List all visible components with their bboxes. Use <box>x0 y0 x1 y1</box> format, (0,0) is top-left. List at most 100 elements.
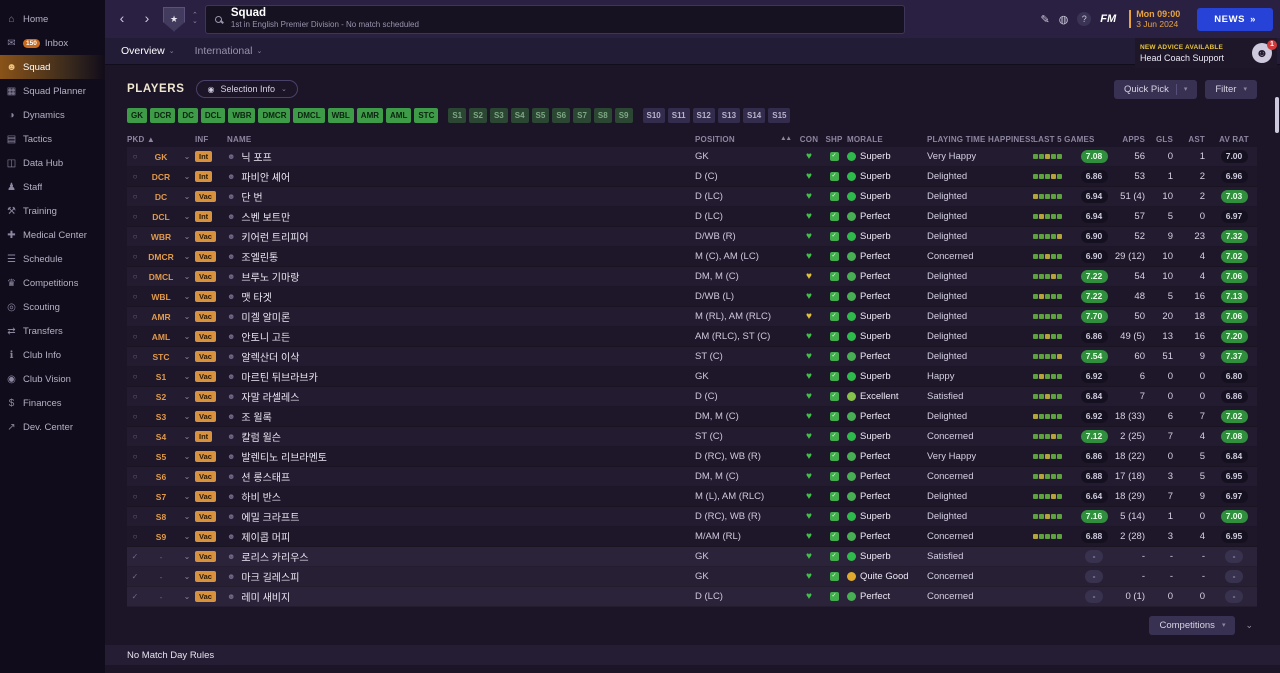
position-dropdown-icon[interactable]: ⌄ <box>179 492 195 501</box>
player-row[interactable]: ○ STC ⌄ Vac ☻ 알렉산더 이삭 ST (C) ♥ ✓ Perfect Delighted… <box>127 347 1257 367</box>
slot-gk[interactable]: GK <box>127 108 147 123</box>
position-dropdown-icon[interactable]: ⌄ <box>179 432 195 441</box>
slot-s8[interactable]: S8 <box>593 108 612 123</box>
player-name[interactable]: ☻ 제이콥 머피 <box>227 529 695 544</box>
sidebar-item-dev-center[interactable]: ↗ Dev. Center <box>0 415 105 439</box>
position-dropdown-icon[interactable]: ⌄ <box>179 352 195 361</box>
column-header-shp[interactable]: SHP <box>821 135 847 144</box>
column-header-inf[interactable]: INF <box>195 135 227 144</box>
slot-stc[interactable]: STC <box>414 108 439 123</box>
slot-s12[interactable]: S12 <box>692 108 715 123</box>
column-header-last-5-games[interactable]: LAST 5 GAMES <box>1033 135 1111 144</box>
position-dropdown-icon[interactable]: ⌄ <box>179 212 195 221</box>
player-name[interactable]: ☻ 에밀 크라프트 <box>227 509 695 524</box>
player-name[interactable]: ☻ 맷 타겟 <box>227 289 695 304</box>
player-name[interactable]: ☻ 안토니 고든 <box>227 329 695 344</box>
position-dropdown-icon[interactable]: ⌄ <box>179 452 195 461</box>
slot-dmcr[interactable]: DMCR <box>258 108 291 123</box>
row-select-circle-icon[interactable]: ○ <box>127 252 143 261</box>
player-name[interactable]: ☻ 미겔 알미론 <box>227 309 695 324</box>
slot-s7[interactable]: S7 <box>573 108 591 123</box>
player-row[interactable]: ○ DMCR ⌄ Vac ☻ 조엘린통 M (C), AM (LC) ♥ ✓ Perfect Con… <box>127 247 1257 267</box>
slot-dc[interactable]: DC <box>178 108 198 123</box>
player-row[interactable]: ○ S5 ⌄ Vac ☻ 발렌티노 리브라멘토 D (RC), WB (R) ♥ ✓ Perfec… <box>127 447 1257 467</box>
sidebar-item-tactics[interactable]: ▤ Tactics <box>0 127 105 151</box>
position-dropdown-icon[interactable]: ⌄ <box>179 552 195 561</box>
position-dropdown-icon[interactable]: ⌄ <box>179 172 195 181</box>
position-dropdown-icon[interactable]: ⌄ <box>179 512 195 521</box>
slot-dmcl[interactable]: DMCL <box>293 108 325 123</box>
player-row[interactable]: ○ WBL ⌄ Vac ☻ 맷 타겟 D/WB (L) ♥ ✓ Perfect Delighted 7… <box>127 287 1257 307</box>
sidebar-item-finances[interactable]: $ Finances <box>0 391 105 415</box>
row-select-circle-icon[interactable]: ○ <box>127 412 143 421</box>
column-header-position[interactable]: POSITION ▲▲ <box>695 135 797 144</box>
club-switcher[interactable]: ⌃ ⌄ <box>192 12 198 25</box>
player-row[interactable]: ○ S8 ⌄ Vac ☻ 에밀 크라프트 D (RC), WB (R) ♥ ✓ Superb Del… <box>127 507 1257 527</box>
column-header-apps[interactable]: APPS <box>1111 135 1151 144</box>
row-select-circle-icon[interactable]: ○ <box>127 172 143 181</box>
position-dropdown-icon[interactable]: ⌄ <box>179 392 195 401</box>
club-crest[interactable]: ★ <box>163 6 185 32</box>
scrollbar-thumb[interactable] <box>1275 97 1279 133</box>
column-header-ast[interactable]: AST <box>1179 135 1211 144</box>
player-row[interactable]: ○ DCL ⌄ Int ☻ 스벤 보트만 D (LC) ♥ ✓ Perfect Delighted 6… <box>127 207 1257 227</box>
edit-icon[interactable]: ✎ <box>1040 13 1049 26</box>
player-name[interactable]: ☻ 로리스 카리우스 <box>227 549 695 564</box>
sidebar-item-squad-planner[interactable]: ▦ Squad Planner <box>0 79 105 103</box>
player-name[interactable]: ☻ 알렉산더 이삭 <box>227 349 695 364</box>
position-dropdown-icon[interactable]: ⌄ <box>179 312 195 321</box>
sidebar-item-staff[interactable]: ♟ Staff <box>0 175 105 199</box>
sidebar-item-inbox[interactable]: ✉ 150 Inbox <box>0 31 105 55</box>
player-name[interactable]: ☻ 마크 길레스피 <box>227 569 695 584</box>
sidebar-item-squad[interactable]: ☻ Squad <box>0 55 105 79</box>
coach-avatar[interactable]: ☻ 1 <box>1252 40 1277 63</box>
slot-s5[interactable]: S5 <box>531 108 550 123</box>
position-dropdown-icon[interactable]: ⌄ <box>179 332 195 341</box>
slot-amr[interactable]: AMR <box>356 108 384 123</box>
player-name[interactable]: ☻ 브루노 기마랑 <box>227 269 695 284</box>
position-dropdown-icon[interactable]: ⌄ <box>179 232 195 241</box>
competitions-dropdown[interactable]: Competitions ▾ <box>1149 615 1236 635</box>
position-dropdown-icon[interactable]: ⌄ <box>179 252 195 261</box>
row-select-circle-icon[interactable]: ○ <box>127 152 143 161</box>
row-select-circle-icon[interactable]: ○ <box>127 232 143 241</box>
sidebar-item-competitions[interactable]: ♛ Competitions <box>0 271 105 295</box>
row-select-circle-icon[interactable]: ○ <box>127 392 143 401</box>
slot-aml[interactable]: AML <box>386 108 412 123</box>
player-row[interactable]: ○ S7 ⌄ Vac ☻ 하비 반스 M (L), AM (RLC) ♥ ✓ Perfect Del… <box>127 487 1257 507</box>
row-check-icon[interactable]: ✓ <box>127 552 143 561</box>
player-row[interactable]: ○ S4 ⌄ Int ☻ 칼럼 윌슨 ST (C) ♥ ✓ Superb Concerned 7.12… <box>127 427 1257 447</box>
player-row[interactable]: ✓ - ⌄ Vac ☻ 마크 길레스피 GK ♥ ✓ Quite Good Concerned - - -… <box>127 567 1257 587</box>
player-name[interactable]: ☻ 레미 새비지 <box>227 589 695 604</box>
slot-dcl[interactable]: DCL <box>200 108 226 123</box>
sidebar-item-schedule[interactable]: ☰ Schedule <box>0 247 105 271</box>
row-select-circle-icon[interactable]: ○ <box>127 292 143 301</box>
slot-s11[interactable]: S11 <box>667 108 690 123</box>
tab-overview[interactable]: Overview ⌄ <box>121 45 175 57</box>
slot-wbl[interactable]: WBL <box>327 108 354 123</box>
column-header-playing-time-happiness[interactable]: PLAYING TIME HAPPINESS <box>927 135 1033 144</box>
slot-s3[interactable]: S3 <box>489 108 508 123</box>
player-name[interactable]: ☻ 키어런 트리피어 <box>227 229 695 244</box>
player-row[interactable]: ○ S2 ⌄ Vac ☻ 자말 라셀레스 D (C) ♥ ✓ Excellent Satisfied… <box>127 387 1257 407</box>
player-name[interactable]: ☻ 마르틴 뒤브라브카 <box>227 369 695 384</box>
row-select-circle-icon[interactable]: ○ <box>127 212 143 221</box>
player-name[interactable]: ☻ 스벤 보트만 <box>227 209 695 224</box>
player-row[interactable]: ○ AML ⌄ Vac ☻ 안토니 고든 AM (RLC), ST (C) ♥ ✓ Superb D… <box>127 327 1257 347</box>
slot-s2[interactable]: S2 <box>469 108 487 123</box>
slot-s13[interactable]: S13 <box>717 108 741 123</box>
player-row[interactable]: ○ S3 ⌄ Vac ☻ 조 윌록 DM, M (C) ♥ ✓ Perfect Delighted 6… <box>127 407 1257 427</box>
position-dropdown-icon[interactable]: ⌄ <box>179 592 195 601</box>
position-dropdown-icon[interactable]: ⌄ <box>179 572 195 581</box>
row-select-circle-icon[interactable]: ○ <box>127 452 143 461</box>
sidebar-item-medical-center[interactable]: ✚ Medical Center <box>0 223 105 247</box>
sidebar-item-club-vision[interactable]: ◉ Club Vision <box>0 367 105 391</box>
tab-international[interactable]: International ⌄ <box>195 45 263 57</box>
sidebar-item-transfers[interactable]: ⇄ Transfers <box>0 319 105 343</box>
back-button[interactable]: ‹ <box>113 9 131 29</box>
slot-dcr[interactable]: DCR <box>150 108 176 123</box>
row-select-circle-icon[interactable]: ○ <box>127 532 143 541</box>
position-dropdown-icon[interactable]: ⌄ <box>179 292 195 301</box>
player-name[interactable]: ☻ 단 번 <box>227 189 695 204</box>
column-header-av-rat[interactable]: AV RAT <box>1211 135 1257 144</box>
